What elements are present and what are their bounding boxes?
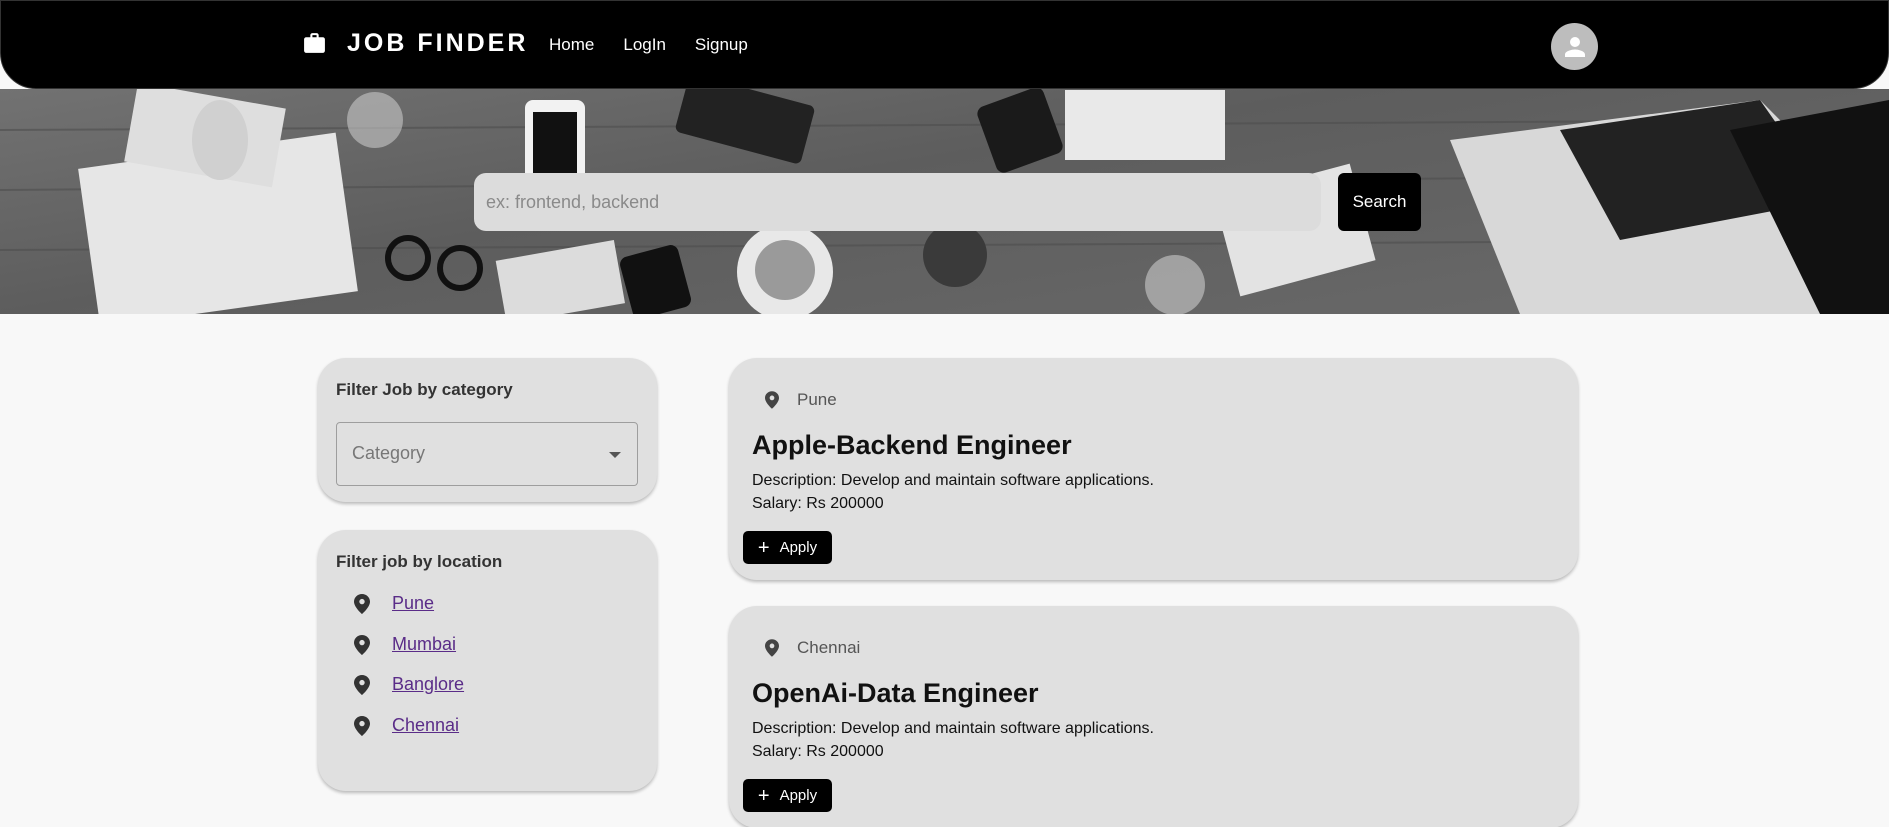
location-link-mumbai[interactable]: Mumbai: [392, 634, 456, 655]
location-pin-icon: [354, 674, 370, 695]
hero-banner: Search: [0, 89, 1889, 314]
location-item-banglore: Banglore: [354, 674, 464, 695]
location-item-chennai: Chennai: [354, 715, 459, 736]
filter-category-title: Filter Job by category: [336, 380, 513, 399]
nav-login-link[interactable]: LogIn: [623, 35, 666, 55]
filter-category-card: Filter Job by category Category: [318, 358, 657, 502]
plus-icon: +: [757, 784, 770, 807]
location-link-pune[interactable]: Pune: [392, 593, 434, 614]
filter-location-card: Filter job by location Pune Mumbai Bangl…: [318, 530, 657, 791]
apply-button[interactable]: + Apply: [743, 531, 832, 564]
apply-label: Apply: [779, 787, 818, 804]
location-pin-icon: [765, 639, 779, 657]
location-item-mumbai: Mumbai: [354, 634, 456, 655]
job-title: OpenAi-Data Engineer: [752, 678, 1039, 708]
search-button[interactable]: Search: [1338, 173, 1421, 231]
location-item-pune: Pune: [354, 593, 434, 614]
brand-title: JOB FINDER: [347, 29, 529, 57]
filter-location-title: Filter job by location: [336, 552, 503, 571]
job-card: Pune Apple-Backend Engineer Description:…: [729, 358, 1578, 580]
apply-button[interactable]: + Apply: [743, 779, 832, 812]
job-location: Chennai: [765, 638, 860, 658]
brand[interactable]: JOB FINDER: [302, 29, 528, 58]
job-title: Apple-Backend Engineer: [752, 430, 1072, 460]
job-description: Description: Develop and maintain softwa…: [752, 472, 1154, 489]
dropdown-arrow-icon: [609, 452, 621, 458]
nav-home-link[interactable]: Home: [549, 35, 594, 55]
location-pin-icon: [354, 634, 370, 655]
avatar[interactable]: [1551, 23, 1598, 70]
job-card: Chennai OpenAi-Data Engineer Description…: [729, 606, 1578, 827]
job-location-label: Chennai: [797, 638, 861, 657]
apply-label: Apply: [779, 539, 818, 556]
plus-icon: +: [757, 536, 770, 559]
job-location: Pune: [765, 390, 837, 410]
job-description: Description: Develop and maintain softwa…: [752, 720, 1154, 737]
location-pin-icon: [765, 391, 779, 409]
location-link-banglore[interactable]: Banglore: [392, 674, 464, 695]
briefcase-icon: [304, 33, 325, 53]
job-salary: Salary: Rs 200000: [752, 495, 884, 512]
nav-signup-link[interactable]: Signup: [695, 35, 748, 55]
location-link-chennai[interactable]: Chennai: [392, 715, 459, 736]
job-location-label: Pune: [797, 390, 837, 409]
person-icon: [1564, 36, 1585, 57]
navbar: JOB FINDER Home LogIn Signup: [0, 0, 1889, 89]
category-select-label: Category: [352, 443, 426, 463]
location-pin-icon: [354, 593, 370, 614]
search-input[interactable]: [474, 173, 1321, 231]
job-salary: Salary: Rs 200000: [752, 743, 884, 760]
location-pin-icon: [354, 715, 370, 736]
category-select[interactable]: Category: [336, 422, 638, 486]
nav-links: Home LogIn Signup: [549, 35, 777, 55]
